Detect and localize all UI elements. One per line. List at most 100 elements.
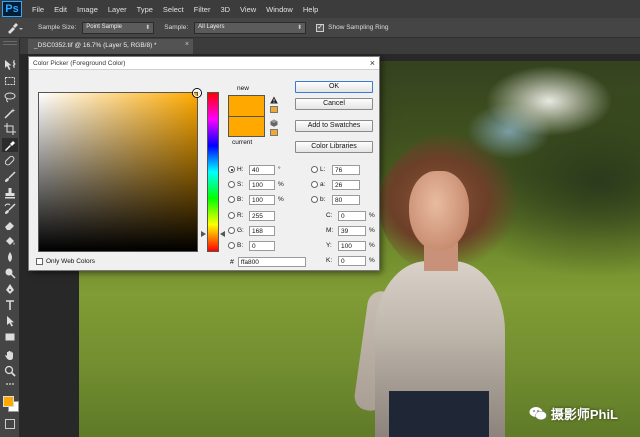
hue-radio[interactable]: [228, 166, 235, 173]
out-of-gamut-warning-icon[interactable]: [270, 96, 278, 104]
pen-tool[interactable]: [2, 282, 18, 296]
menu-edit[interactable]: Edit: [49, 5, 72, 14]
move-icon: [5, 60, 16, 70]
red-input[interactable]: 255: [249, 210, 275, 221]
crop-tool[interactable]: [2, 122, 18, 136]
green-radio[interactable]: [228, 227, 235, 234]
quick-mask-icon[interactable]: [5, 419, 15, 429]
menu-view[interactable]: View: [235, 5, 261, 14]
dodge-tool[interactable]: [2, 266, 18, 280]
saturation-radio[interactable]: [228, 181, 235, 188]
lab-b-input[interactable]: 80: [332, 194, 360, 205]
hand-icon: [5, 351, 13, 360]
red-label: R:: [237, 212, 244, 219]
drop-icon: [8, 252, 12, 262]
sample-select[interactable]: All Layers ⬍: [194, 21, 307, 34]
cyan-input[interactable]: 0: [338, 210, 366, 221]
menu-file[interactable]: File: [27, 5, 49, 14]
current-color-label: current: [232, 139, 253, 146]
saturation-label: S:: [237, 181, 244, 188]
menu-filter[interactable]: Filter: [189, 5, 216, 14]
gradient-tool[interactable]: [2, 234, 18, 248]
yellow-input[interactable]: 100: [338, 240, 366, 251]
document-tab-bar: _DSC0352.tif @ 16.7% (Layer 5, RGB/8) * …: [20, 38, 640, 54]
web-safe-cube-icon[interactable]: [270, 119, 278, 127]
menu-3d[interactable]: 3D: [215, 5, 235, 14]
magenta-input[interactable]: 39: [338, 225, 366, 236]
toolbox-grip[interactable]: [3, 41, 17, 45]
photo-face: [409, 171, 469, 251]
history-brush-tool[interactable]: [2, 202, 18, 216]
menu-layer[interactable]: Layer: [103, 5, 132, 14]
crop-icon: [4, 123, 16, 135]
blue-radio[interactable]: [228, 242, 235, 249]
color-picker-dialog: Color Picker (Foreground Color) × new cu…: [28, 56, 380, 271]
menu-select[interactable]: Select: [158, 5, 189, 14]
menu-image[interactable]: Image: [72, 5, 103, 14]
hue-row: H: 40 °: [228, 164, 281, 175]
saturation-input[interactable]: 100: [249, 179, 275, 190]
brush-tool[interactable]: [2, 170, 18, 184]
lab-b-radio[interactable]: [311, 196, 318, 203]
menu-help[interactable]: Help: [298, 5, 323, 14]
color-field-marker[interactable]: [193, 89, 201, 97]
sample-label: Sample:: [164, 24, 189, 31]
path-selection-tool[interactable]: [2, 314, 18, 328]
move-tool[interactable]: [2, 58, 18, 72]
zoom-tool[interactable]: [2, 364, 18, 378]
blur-tool[interactable]: [2, 250, 18, 264]
sample-size-select[interactable]: Point Sample ⬍: [82, 21, 155, 34]
lasso-tool[interactable]: [2, 90, 18, 104]
black-input[interactable]: 0: [338, 255, 366, 266]
marquee-tool[interactable]: [2, 74, 18, 88]
lab-l-radio[interactable]: [311, 166, 318, 173]
document-tab[interactable]: _DSC0352.tif @ 16.7% (Layer 5, RGB/8) * …: [28, 39, 193, 54]
type-tool[interactable]: [2, 298, 18, 312]
magic-wand-icon: [4, 108, 16, 119]
more-tools-icon[interactable]: [2, 380, 18, 388]
dodge-icon: [5, 268, 16, 279]
only-web-colors-checkbox[interactable]: [36, 258, 43, 265]
hue-input[interactable]: 40: [249, 164, 275, 175]
healing-brush-tool[interactable]: [2, 154, 18, 168]
hue-slider-right-handle[interactable]: [220, 231, 225, 237]
blue-input[interactable]: 0: [249, 240, 275, 251]
ok-button[interactable]: OK: [295, 81, 373, 93]
color-libraries-button[interactable]: Color Libraries: [295, 141, 373, 153]
show-sampling-ring-checkbox[interactable]: ✓: [316, 23, 325, 32]
gamut-color-swatch[interactable]: [270, 106, 278, 113]
lab-a-radio[interactable]: [311, 181, 318, 188]
hex-input[interactable]: ffa800: [237, 257, 306, 267]
dialog-title: Color Picker (Foreground Color): [33, 60, 126, 67]
hue-slider-left-handle[interactable]: [201, 231, 206, 237]
foreground-color-swatch[interactable]: [3, 396, 14, 407]
menu-window[interactable]: Window: [261, 5, 298, 14]
current-color-swatch[interactable]: [228, 116, 265, 137]
web-safe-color-swatch[interactable]: [270, 129, 278, 136]
hand-tool[interactable]: [2, 348, 18, 362]
sample-size-value: Point Sample: [86, 23, 122, 30]
document-tab-close-icon[interactable]: ×: [185, 41, 189, 48]
hue-slider[interactable]: [207, 92, 219, 252]
green-input[interactable]: 168: [249, 225, 275, 236]
magenta-row: M: 39 %: [326, 225, 375, 236]
rectangle-tool[interactable]: [2, 330, 18, 344]
red-radio[interactable]: [228, 212, 235, 219]
brightness-input[interactable]: 100: [249, 194, 275, 205]
eyedropper-tool[interactable]: [2, 138, 18, 152]
dialog-title-bar[interactable]: Color Picker (Foreground Color) ×: [29, 57, 379, 70]
yellow-label: Y:: [326, 242, 332, 249]
menu-type[interactable]: Type: [132, 5, 158, 14]
quick-selection-tool[interactable]: [2, 106, 18, 120]
eraser-tool[interactable]: [2, 218, 18, 232]
tool-preset-picker[interactable]: [4, 20, 26, 36]
dialog-close-icon[interactable]: ×: [370, 58, 375, 68]
black-label: K:: [326, 257, 333, 264]
brightness-radio[interactable]: [228, 196, 235, 203]
lab-l-input[interactable]: 76: [332, 164, 360, 175]
add-to-swatches-button[interactable]: Add to Swatches: [295, 120, 373, 132]
cancel-button[interactable]: Cancel: [295, 98, 373, 110]
saturation-brightness-field[interactable]: [38, 89, 201, 252]
clone-stamp-tool[interactable]: [2, 186, 18, 200]
lab-a-input[interactable]: 26: [332, 179, 360, 190]
